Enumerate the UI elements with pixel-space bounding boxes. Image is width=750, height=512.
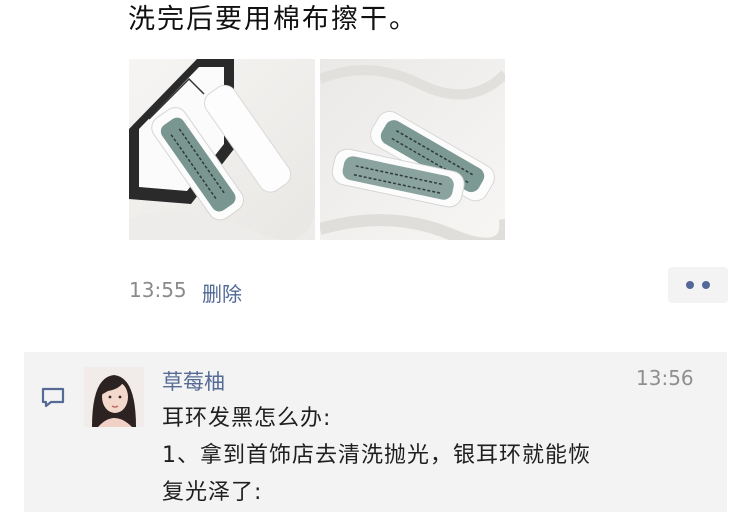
delete-link[interactable]: 删除	[202, 278, 242, 307]
comment-text-line: 耳环发黑怎么办:	[162, 406, 332, 431]
comment-text-line: 1、拿到首饰店去清洗抛光，银耳环就能恢	[162, 443, 591, 468]
post-photo-2[interactable]	[320, 59, 505, 240]
photo-2-image	[320, 59, 505, 240]
avatar-image	[84, 367, 144, 427]
more-actions-button[interactable]	[668, 267, 728, 303]
comment-time: 13:56	[636, 366, 694, 390]
comment-author[interactable]: 草莓柚	[162, 366, 225, 396]
more-dots-icon	[702, 281, 710, 289]
post-photo-1[interactable]	[129, 59, 315, 240]
avatar[interactable]	[84, 367, 144, 427]
comment-text-line: 复光泽了:	[162, 480, 263, 505]
more-dots-icon	[686, 281, 694, 289]
photo-1-image	[129, 59, 315, 240]
post-time: 13:55	[129, 278, 187, 302]
comment-icon	[41, 387, 65, 408]
post-caption: 洗完后要用棉布擦干。	[128, 4, 418, 35]
